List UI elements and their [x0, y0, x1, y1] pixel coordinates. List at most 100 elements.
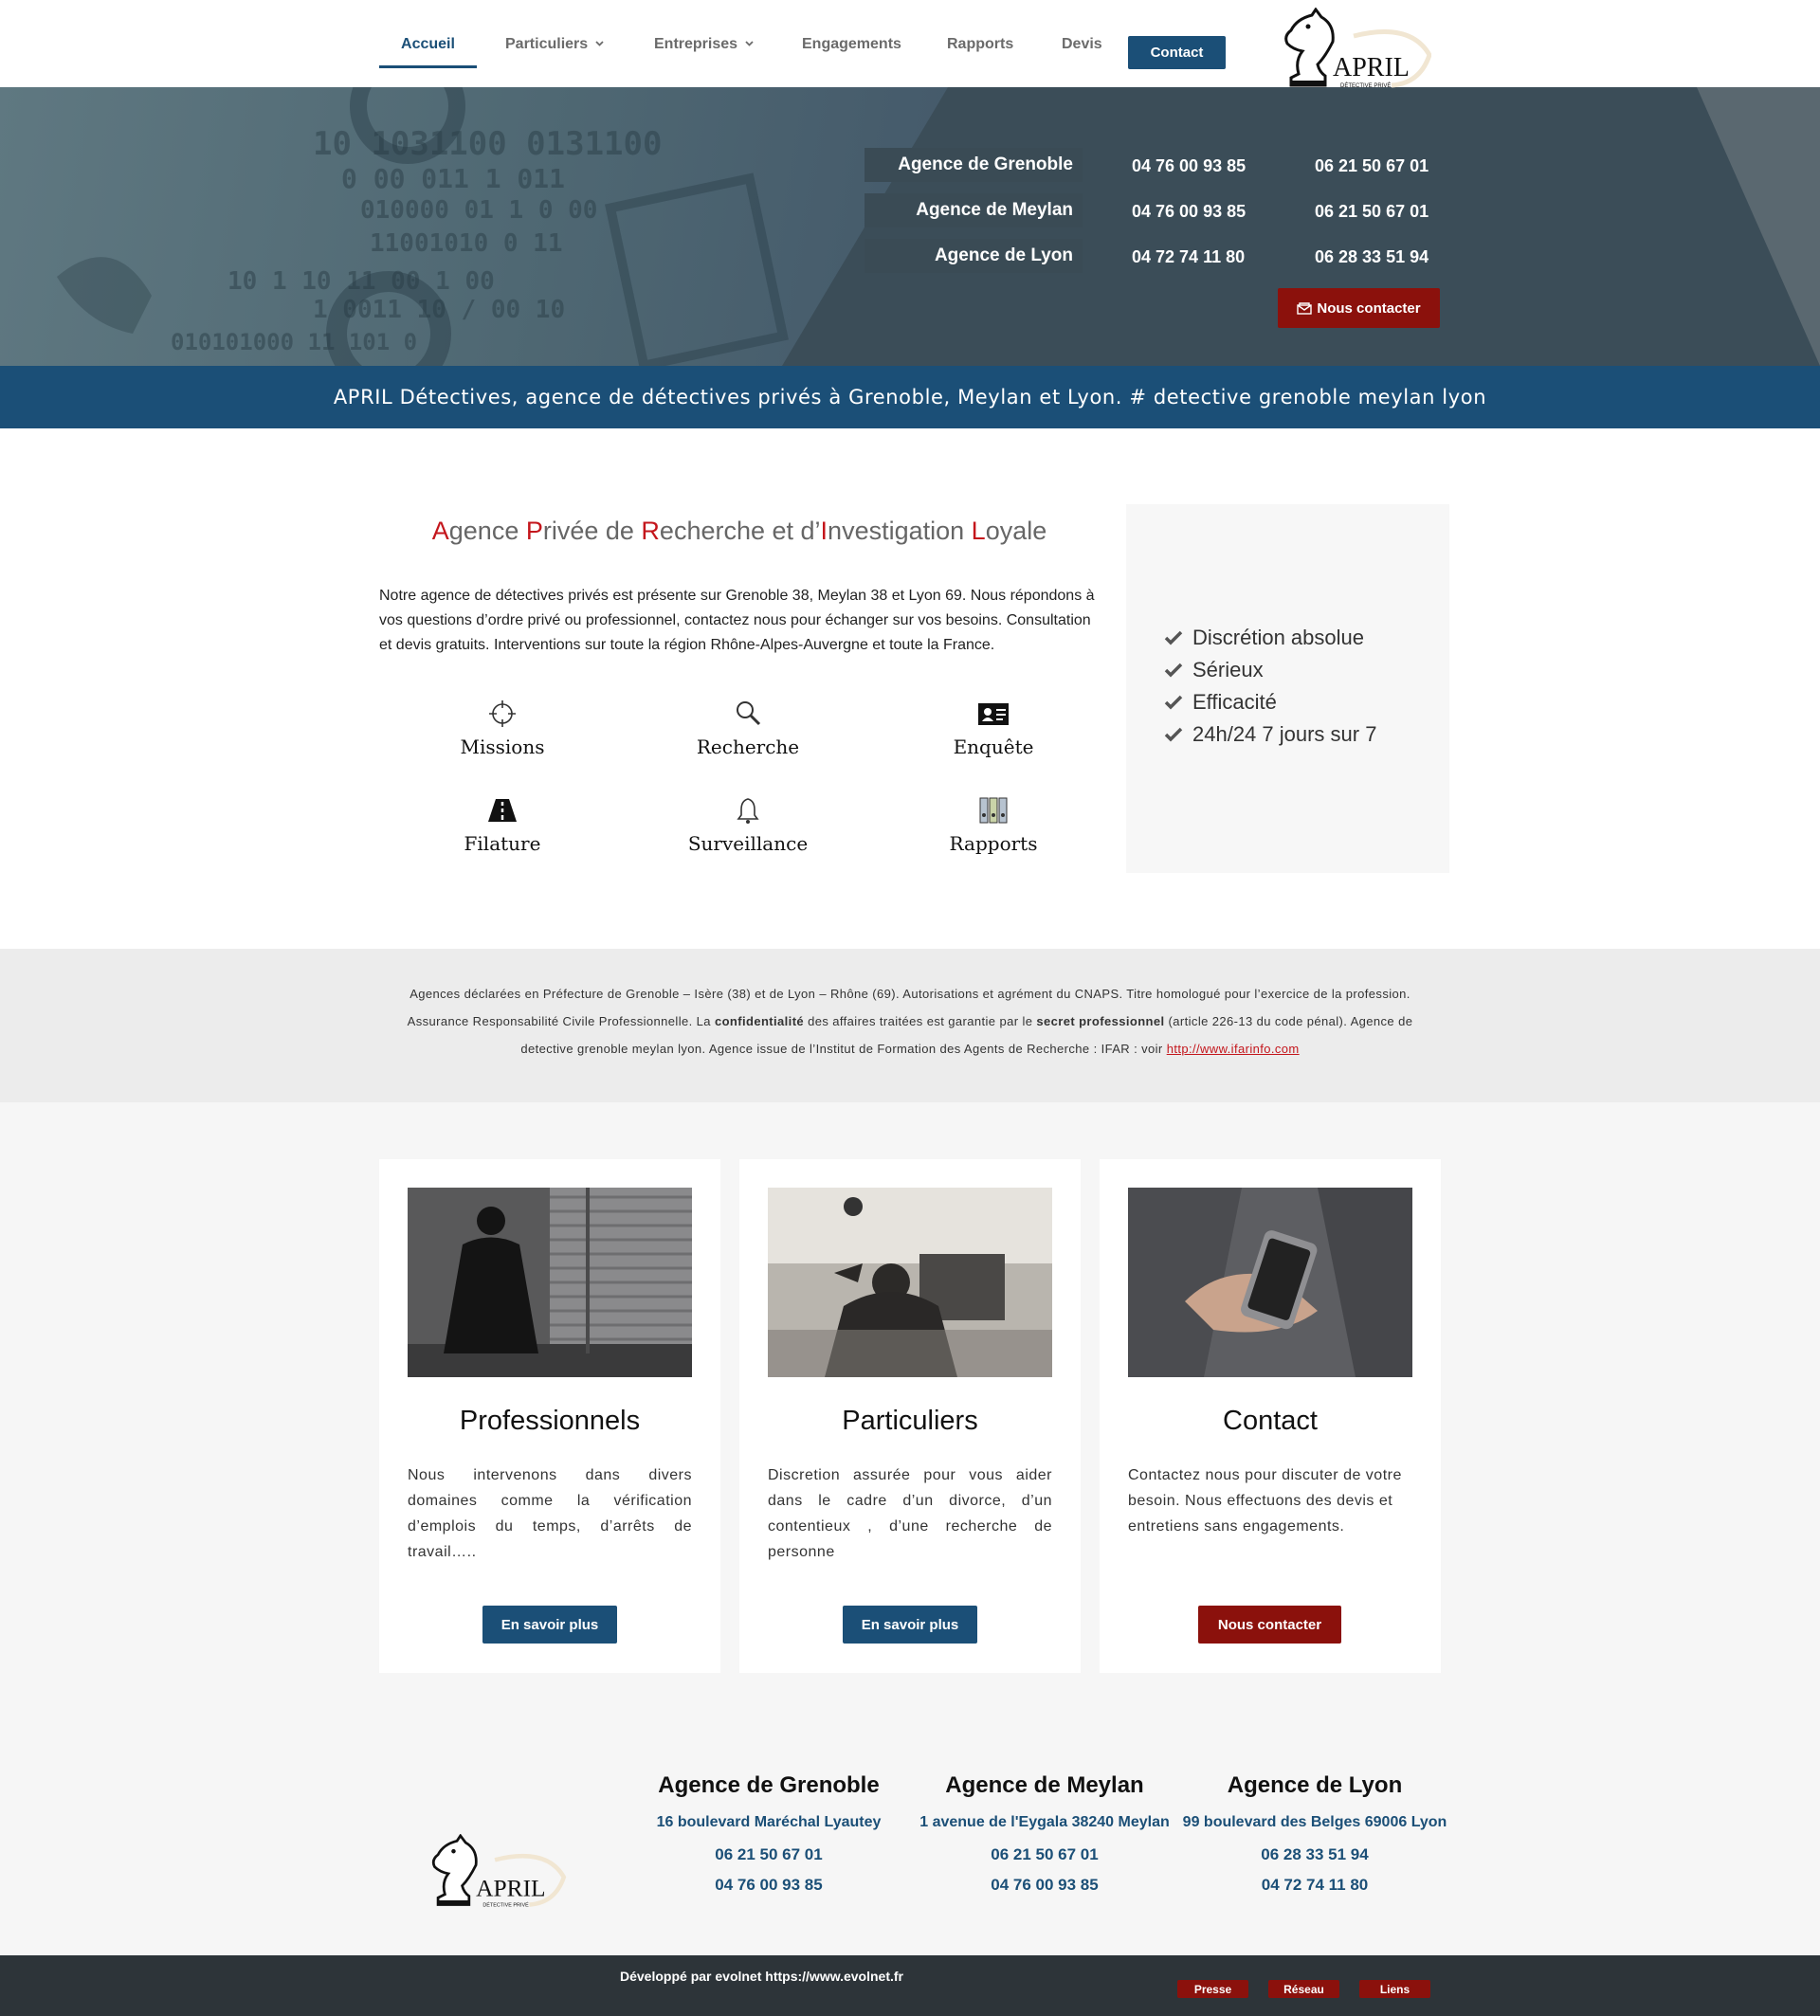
feature-item: 24h/24 7 jours sur 7 [1164, 722, 1376, 747]
hero-agency-meylan: Agence de Meylan [864, 193, 1083, 227]
contact-button[interactable]: Contact [1128, 36, 1226, 69]
intro-paragraph: Notre agence de détectives privés est pr… [379, 588, 1095, 653]
check-icon [1164, 695, 1183, 710]
knight-logo-icon: APRIL DÉTECTIVE PRIVÉ [431, 1833, 567, 1908]
ifar-link[interactable]: http://www.ifarinfo.com [1167, 1042, 1300, 1056]
footer-address: 16 boulevard Maréchal Lyautey [656, 1814, 882, 1830]
hero-phone[interactable]: 06 28 33 51 94 [1315, 247, 1429, 267]
legal-notice: Agences déclarées en Préfecture de Greno… [0, 949, 1820, 1102]
nav-devis[interactable]: Devis [1062, 36, 1102, 68]
logo[interactable]: APRIL DÉTECTIVE PRIVÉ [1278, 7, 1432, 96]
footer-phone[interactable]: 04 76 00 93 85 [631, 1876, 906, 1895]
service-filature[interactable]: Filature [417, 796, 588, 855]
nav-entreprises[interactable]: Entreprises [654, 36, 754, 68]
hero-contact-button[interactable]: Nous contacter [1278, 288, 1440, 328]
service-label: Missions [460, 736, 545, 758]
chevron-down-icon [595, 41, 604, 46]
service-surveillance[interactable]: Surveillance [663, 796, 833, 855]
hero-phone[interactable]: 04 72 74 11 80 [1132, 247, 1245, 267]
professionnels-more-button[interactable]: En savoir plus [482, 1606, 617, 1644]
legal-text: detective grenoble meylan lyon. Agence i… [520, 1042, 1167, 1056]
binders-icon [979, 797, 1008, 824]
footer-phone[interactable]: 06 21 50 67 01 [631, 1845, 906, 1864]
legal-line: detective grenoble meylan lyon. Agence i… [0, 1035, 1820, 1062]
footer-phone[interactable]: 06 21 50 67 01 [907, 1845, 1182, 1864]
footer-address: 1 avenue de l'Eygala 38240 Meylan [919, 1814, 1170, 1830]
bell-icon [737, 798, 759, 824]
service-label: Surveillance [687, 832, 809, 855]
nav-accueil[interactable]: Accueil [379, 36, 477, 68]
card-contact: Contact Contactez nous pour discuter de … [1100, 1159, 1441, 1673]
svg-text:DÉTECTIVE PRIVÉ: DÉTECTIVE PRIVÉ [1340, 82, 1391, 89]
service-label: Recherche [696, 736, 800, 758]
hero-phone[interactable]: 04 76 00 93 85 [1132, 156, 1246, 176]
check-icon [1164, 630, 1183, 645]
footer-phone[interactable]: 04 72 74 11 80 [1177, 1876, 1452, 1895]
card-image-man-window [408, 1188, 692, 1377]
footer-agency-grenoble: Agence de Grenoble 16 boulevard Maréchal… [631, 1772, 906, 1906]
card-title: Particuliers [842, 1406, 978, 1436]
hero-phone[interactable]: 06 21 50 67 01 [1315, 202, 1429, 222]
features-box: Discrétion absolue Sérieux Efficacité 24… [1126, 504, 1449, 873]
hero-phone[interactable]: 04 76 00 93 85 [1132, 202, 1246, 222]
envelope-icon [1297, 301, 1313, 315]
card-image-desk-person [768, 1188, 1052, 1377]
feature-label: 24h/24 7 jours sur 7 [1192, 722, 1377, 746]
footer-link-reseau[interactable]: Réseau [1268, 1980, 1339, 1998]
hero-phone[interactable]: 06 21 50 67 01 [1315, 156, 1429, 176]
knight-logo-icon: APRIL DÉTECTIVE PRIVÉ [1284, 7, 1432, 89]
nav-particuliers[interactable]: Particuliers [505, 36, 604, 68]
magnifier-illustration [57, 87, 789, 366]
footer-agency-lyon: Agence de Lyon 99 boulevard des Belges 6… [1177, 1772, 1452, 1906]
tagline-text: APRIL Détectives, agence de détectives p… [333, 386, 1487, 409]
service-label: Enquête [953, 736, 1034, 758]
developer-credit[interactable]: Développé par evolnet https://www.evolne… [620, 1969, 903, 1984]
intro-title: Agence Privée de Recherche et d’Investig… [379, 517, 1100, 546]
footer-agency-title: Agence de Meylan [945, 1772, 1144, 1798]
title-word: gence [448, 517, 526, 545]
card-title: Contact [1223, 1406, 1318, 1436]
hero-section: 10 1031100 0131100 0 00 011 1 011 010000… [0, 87, 1820, 366]
hero-agency-lyon: Agence de Lyon [864, 239, 1083, 273]
footer-phone[interactable]: 04 76 00 93 85 [907, 1876, 1182, 1895]
footer-phone[interactable]: 06 28 33 51 94 [1177, 1845, 1452, 1864]
hero-contact-label: Nous contacter [1317, 300, 1421, 317]
footer-link-liens[interactable]: Liens [1359, 1980, 1430, 1998]
title-initial: P [525, 517, 543, 545]
card-text: Discretion assurée pour vous aider dans … [768, 1467, 1052, 1560]
title-word: rivée de [542, 517, 642, 545]
service-rapports[interactable]: Rapports [908, 796, 1079, 855]
nav-engagements[interactable]: Engagements [802, 36, 901, 68]
nav-rapports[interactable]: Rapports [947, 36, 1013, 68]
service-label: Rapports [949, 832, 1038, 855]
feature-label: Discrétion absolue [1192, 626, 1364, 649]
card-professionnels: Professionnels Nous intervenons dans div… [379, 1159, 720, 1673]
footer-agency-title: Agence de Lyon [1227, 1772, 1403, 1798]
footer-agency-meylan: Agence de Meylan 1 avenue de l'Eygala 38… [907, 1772, 1182, 1906]
card-text: Nous intervenons dans divers domaines co… [408, 1467, 692, 1560]
hero-accent-shape [1697, 87, 1820, 366]
hero-agency-grenoble: Agence de Grenoble [864, 148, 1083, 182]
feature-item: Discrétion absolue [1164, 626, 1364, 650]
card-particuliers: Particuliers Discretion assurée pour vou… [739, 1159, 1081, 1673]
tagline-band: APRIL Détectives, agence de détectives p… [0, 366, 1820, 428]
contact-card-button[interactable]: Nous contacter [1198, 1606, 1341, 1644]
footer-bar [0, 1955, 1820, 2016]
legal-text: des affaires traitées est garantie par l… [804, 1014, 1037, 1028]
title-initial: A [431, 517, 449, 545]
footer-logo[interactable]: APRIL DÉTECTIVE PRIVÉ [425, 1833, 567, 1915]
hero-background-image: 10 1031100 0131100 0 00 011 1 011 010000… [0, 87, 948, 366]
particuliers-more-button[interactable]: En savoir plus [843, 1606, 977, 1644]
card-text: Contactez nous pour discuter de votre be… [1128, 1467, 1402, 1535]
title-initial: L [971, 517, 986, 545]
top-navbar: Accueil Particuliers Entreprises Engagem… [0, 0, 1820, 89]
service-enquete[interactable]: Enquête [908, 699, 1079, 758]
card-title: Professionnels [459, 1406, 641, 1436]
service-recherche[interactable]: Recherche [663, 699, 833, 758]
crosshair-icon [489, 700, 516, 727]
service-label: Filature [464, 832, 541, 855]
footer-link-presse[interactable]: Presse [1177, 1980, 1248, 1998]
svg-text:DÉTECTIVE PRIVÉ: DÉTECTIVE PRIVÉ [482, 1901, 529, 1908]
service-missions[interactable]: Missions [417, 699, 588, 758]
footer-address: 99 boulevard des Belges 69006 Lyon [1182, 1814, 1447, 1830]
